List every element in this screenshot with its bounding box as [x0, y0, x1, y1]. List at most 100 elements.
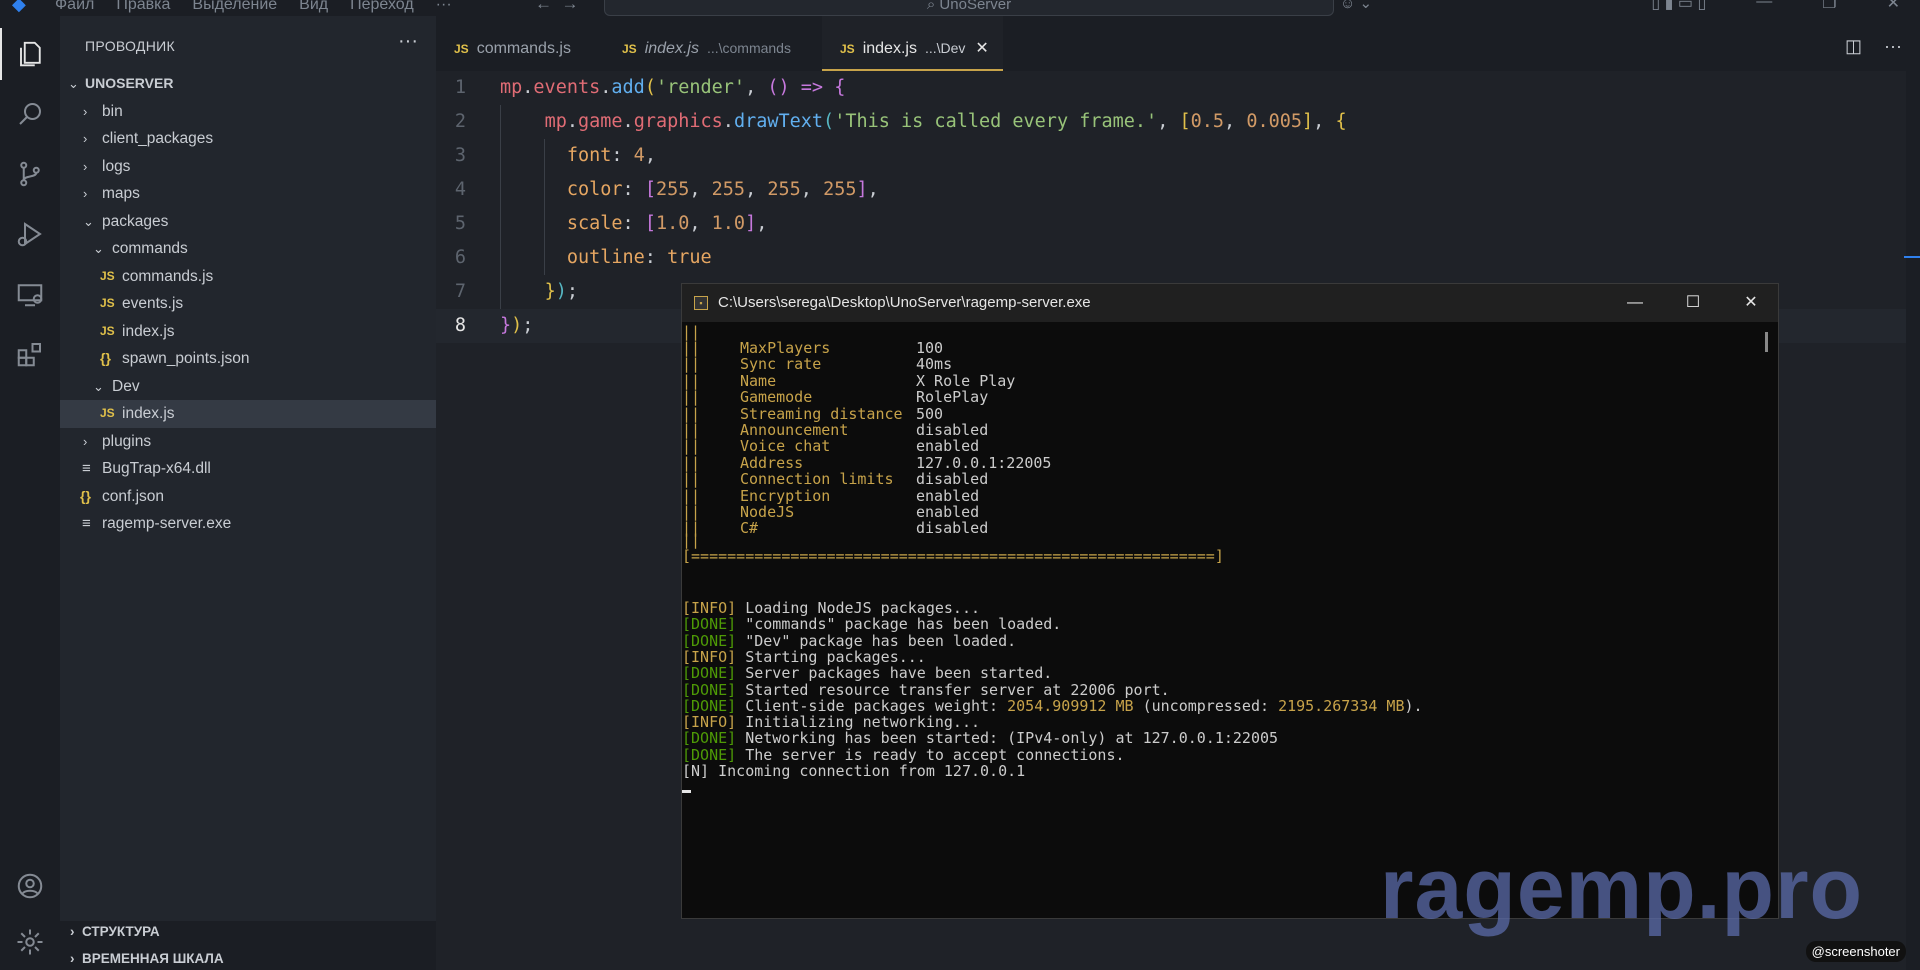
js-file-icon: JS	[100, 323, 115, 338]
tab-index-js-commands[interactable]: JS index.js ...\commands	[604, 16, 822, 71]
editor-scrollbar[interactable]	[1906, 71, 1920, 970]
editor-actions: ◫ ···	[1845, 36, 1902, 57]
tree-folder-logs[interactable]: › logs	[60, 153, 436, 181]
tab-commands-js[interactable]: JS commands.js	[436, 16, 604, 71]
file-label: commands.js	[122, 267, 214, 285]
console-title-bar[interactable]: ▪ C:\Users\serega\Desktop\UnoServer\rage…	[682, 284, 1778, 322]
explorer-icon[interactable]	[0, 28, 60, 80]
weight-text: (uncompressed:	[1133, 696, 1279, 715]
tree-folder-plugins[interactable]: › plugins	[60, 428, 436, 456]
tree-root[interactable]: ⌄ UNOSERVER	[60, 70, 436, 98]
account-icon[interactable]	[0, 860, 60, 912]
folder-label: Dev	[112, 377, 140, 395]
timeline-section[interactable]: › ВРЕМЕННАЯ ШКАЛА	[70, 951, 224, 966]
run-debug-icon[interactable]	[0, 208, 60, 260]
js-file-icon: JS	[100, 268, 115, 283]
tab-label: commands.js	[476, 40, 571, 57]
line-number: 8	[454, 315, 466, 336]
remote-explorer-icon[interactable]	[0, 268, 60, 320]
tree-file-events-js[interactable]: JS events.js	[60, 290, 436, 318]
tree-file-dev-index-js[interactable]: JS index.js	[60, 400, 436, 428]
timeline-label: ВРЕМЕННАЯ ШКАЛА	[82, 951, 224, 966]
layout-icons[interactable]: ▯ ▮ ▭ ▯	[1651, 0, 1706, 13]
console-border-bottom: [=======================================…	[682, 547, 1224, 565]
file-label: index.js	[122, 322, 175, 340]
editor-tabs: JS commands.js JS index.js ...\commands JS i…	[436, 16, 1920, 71]
js-file-icon: JS	[840, 42, 855, 56]
menu-edit[interactable]: Правка	[116, 0, 170, 14]
tree-file-ragemp-server-exe[interactable]: ≡ ragemp-server.exe	[60, 510, 436, 538]
config-value: disabled	[916, 519, 989, 538]
file-label: spawn_points.json	[122, 350, 250, 367]
minimize-button[interactable]: —	[1756, 0, 1772, 13]
tab-label: index.js	[644, 40, 699, 57]
menu-go[interactable]: Переход	[350, 0, 414, 14]
file-icon: ≡	[82, 460, 91, 477]
console-scrollbar[interactable]	[1765, 332, 1768, 352]
screenshoter-badge: @screenshoter	[1805, 941, 1906, 962]
menu-selection[interactable]: Выделение	[192, 0, 277, 14]
settings-gear-icon[interactable]	[0, 916, 60, 968]
tree-folder-packages[interactable]: ⌄ packages	[60, 208, 436, 236]
restore-button[interactable]: ❐	[1822, 0, 1836, 13]
more-editor-actions-icon[interactable]: ···	[1884, 36, 1902, 57]
tree-folder-maps[interactable]: › maps	[60, 180, 436, 208]
tree-file-spawn-points-json[interactable]: {} spawn_points.json	[60, 345, 436, 373]
line-number: 7	[454, 281, 466, 302]
watermark-logo: ragemp.pro	[1380, 841, 1864, 937]
tab-index-js-dev[interactable]: JS index.js ...\Dev ✕	[822, 16, 1003, 71]
tree-folder-dev[interactable]: ⌄ Dev	[60, 373, 436, 401]
search-icon[interactable]	[0, 88, 60, 140]
json-file-icon: {}	[80, 487, 91, 504]
outline-section[interactable]: › СТРУКТУРА	[70, 924, 160, 939]
nav-arrows-icon[interactable]: ← →	[535, 0, 578, 14]
console-close-button[interactable]: ✕	[1722, 284, 1780, 322]
tree-file-index-js[interactable]: JS index.js	[60, 318, 436, 346]
code-line: 4 color: [255, 255, 255, 255],	[436, 173, 1920, 207]
menu-bar: Файл Правка Выделение Вид Переход ···	[55, 0, 474, 14]
explorer-header: ПРОВОДНИК	[85, 38, 175, 54]
tree-file-conf-json[interactable]: {} conf.json	[60, 483, 436, 511]
weight-text-end: ).	[1404, 696, 1423, 715]
tree-file-commands-js[interactable]: JS commands.js	[60, 263, 436, 291]
code-line: 5 scale: [1.0, 1.0],	[436, 207, 1920, 241]
tree-folder-bin[interactable]: › bin	[60, 98, 436, 126]
command-center-search[interactable]: ⌕ UnoServer	[604, 0, 1334, 16]
copilot-icon[interactable]: ☺ ⌄	[1340, 0, 1372, 12]
js-file-icon: JS	[622, 42, 637, 56]
root-label: UNOSERVER	[85, 75, 174, 91]
menu-view[interactable]: Вид	[299, 0, 328, 14]
file-label: ragemp-server.exe	[102, 515, 232, 532]
folder-label: logs	[102, 157, 131, 175]
source-control-icon[interactable]	[0, 148, 60, 200]
tab-description: ...\Dev	[924, 40, 966, 56]
console-title: C:\Users\serega\Desktop\UnoServer\ragemp…	[718, 294, 1091, 311]
folder-label: packages	[102, 212, 169, 230]
tree-folder-commands[interactable]: ⌄ commands	[60, 235, 436, 263]
tab-label: index.js	[862, 40, 917, 57]
explorer-sidebar: ПРОВОДНИК ··· ⌄ UNOSERVER › bin › client_pa…	[60, 16, 436, 921]
split-editor-icon[interactable]: ◫	[1845, 36, 1862, 57]
server-console-window[interactable]: ▪ C:\Users\serega\Desktop\UnoServer\rage…	[681, 283, 1779, 919]
more-actions-icon[interactable]: ···	[398, 30, 418, 53]
js-file-icon: JS	[454, 42, 469, 56]
console-minimize-button[interactable]: —	[1606, 284, 1664, 322]
vscode-logo-icon: ◆	[12, 0, 26, 14]
line-number: 3	[454, 145, 466, 166]
tab-description: ...\commands	[706, 40, 791, 56]
folder-label: maps	[102, 185, 140, 202]
tree-file-bugtrap-dll[interactable]: ≡ BugTrap-x64.dll	[60, 455, 436, 483]
tree-folder-client-packages[interactable]: › client_packages	[60, 125, 436, 153]
close-window-button[interactable]: ✕	[1887, 0, 1900, 13]
file-icon: ≡	[82, 515, 91, 532]
extensions-icon[interactable]	[0, 328, 60, 380]
sidebar-bottom-panels: › СТРУКТУРА › ВРЕМЕННАЯ ШКАЛА	[60, 921, 436, 970]
file-label: BugTrap-x64.dll	[102, 460, 211, 477]
title-bar: ◆ Файл Правка Выделение Вид Переход ··· …	[0, 0, 1920, 16]
close-tab-icon[interactable]: ✕	[975, 40, 988, 57]
menu-file[interactable]: Файл	[55, 0, 94, 14]
file-label: index.js	[122, 405, 175, 422]
file-label: events.js	[122, 295, 184, 312]
menu-more[interactable]: ···	[436, 0, 452, 14]
console-maximize-button[interactable]: ☐	[1664, 284, 1722, 322]
